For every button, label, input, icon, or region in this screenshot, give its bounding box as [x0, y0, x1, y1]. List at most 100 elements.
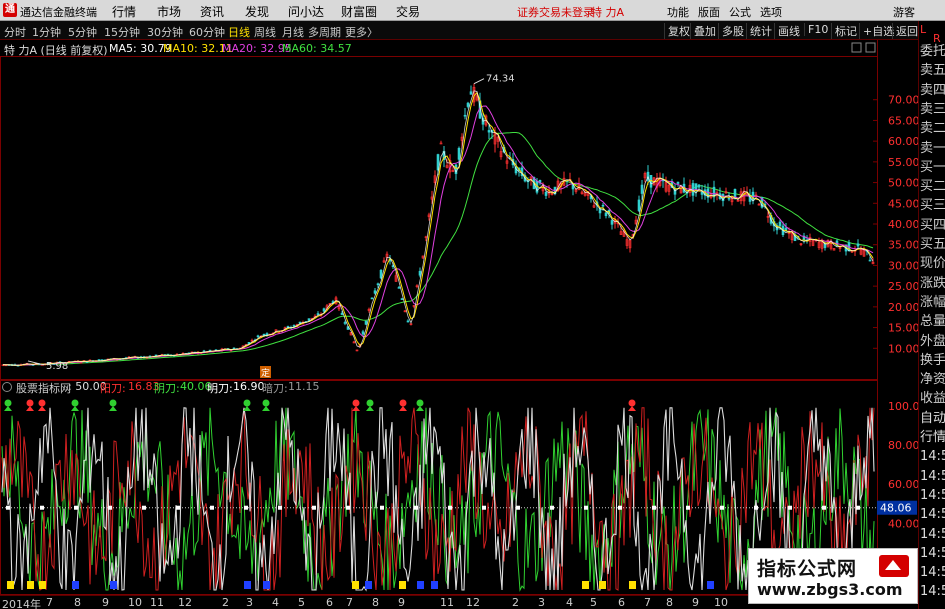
- midline-dot: [380, 505, 384, 510]
- indicator-settings-icon[interactable]: [2, 382, 12, 392]
- tool-draw[interactable]: 画线: [774, 23, 800, 39]
- period-5min[interactable]: 5分钟: [68, 24, 97, 40]
- panel-item[interactable]: 行情: [920, 429, 945, 447]
- signal-dot-icon: [26, 399, 34, 407]
- candle-body: [316, 313, 320, 315]
- panel-item[interactable]: 自动: [920, 410, 945, 428]
- ming-label: 明刀:: [207, 382, 233, 395]
- price-tick-label: 70.00: [888, 94, 918, 107]
- period-more[interactable]: 更多〉: [345, 24, 378, 40]
- candle-body: [364, 320, 368, 325]
- signal-dot-icon: [4, 399, 12, 407]
- ma-lines: 74.34 5.98 定: [2, 74, 874, 379]
- signal-block-icon: [582, 581, 589, 589]
- tool-add-watchlist[interactable]: +自选: [859, 23, 894, 39]
- tool-stats[interactable]: 统计: [746, 23, 772, 39]
- period-15min[interactable]: 15分钟: [104, 24, 140, 40]
- guest-user[interactable]: 游客: [893, 4, 915, 20]
- panel-item[interactable]: 14:5: [920, 545, 945, 563]
- signal-dot-icon: [38, 399, 46, 407]
- panel-item[interactable]: 买四: [920, 217, 945, 235]
- candle-body: [343, 322, 347, 324]
- period-multi[interactable]: 多周期: [308, 24, 341, 40]
- panel-item[interactable]: 卖五: [920, 62, 945, 80]
- indicator-name[interactable]: 股票指标网: [16, 380, 71, 396]
- signal-arrow-icon: [352, 406, 360, 411]
- an-value: 11.15: [288, 380, 320, 393]
- panel-item[interactable]: 委托: [920, 43, 945, 61]
- signal-block-icon: [39, 581, 46, 589]
- period-60min[interactable]: 60分钟: [189, 24, 225, 40]
- candle-body: [601, 204, 605, 207]
- signal-block-icon: [244, 581, 251, 589]
- signal-arrow-icon: [4, 406, 12, 411]
- midline-dot: [176, 505, 180, 510]
- period-monthly[interactable]: 月线: [282, 24, 304, 40]
- price-tick-label: 55.00: [888, 156, 918, 169]
- menu-news[interactable]: 资讯: [200, 3, 224, 20]
- panel-item[interactable]: 卖一: [920, 140, 945, 158]
- period-intraday[interactable]: 分时: [4, 24, 26, 40]
- price-tick-label: 45.00: [888, 197, 918, 210]
- tool-multi-stock[interactable]: 多股: [718, 23, 744, 39]
- panel-item[interactable]: 总量: [920, 313, 945, 331]
- menu-function[interactable]: 功能: [667, 4, 689, 20]
- panel-item[interactable]: 收益: [920, 390, 945, 408]
- panel-item[interactable]: 买五: [920, 236, 945, 254]
- panel-item[interactable]: 外盘: [920, 333, 945, 351]
- panel-item[interactable]: 14:5: [920, 448, 945, 466]
- menu-trade[interactable]: 交易: [396, 3, 420, 20]
- low-price-label: 5.98: [46, 361, 68, 372]
- panel-item[interactable]: 买二: [920, 178, 945, 196]
- menu-market[interactable]: 市场: [157, 3, 181, 20]
- menu-discover[interactable]: 发现: [245, 3, 269, 20]
- period-30min[interactable]: 30分钟: [147, 24, 183, 40]
- panel-item[interactable]: 14:5: [920, 487, 945, 505]
- panel-item[interactable]: 现价: [920, 255, 945, 273]
- ma10-path: [2, 91, 874, 366]
- period-1min[interactable]: 1分钟: [32, 24, 61, 40]
- panel-item[interactable]: 卖四: [920, 82, 945, 100]
- tool-adjust[interactable]: 复权: [664, 23, 690, 39]
- midline-dot: [312, 505, 316, 510]
- period-daily[interactable]: 日线: [228, 24, 250, 40]
- login-status[interactable]: 证券交易未登录: [517, 4, 594, 20]
- menu-layout[interactable]: 版面: [698, 4, 720, 20]
- candle-body: [292, 325, 296, 327]
- candle-body: [640, 184, 644, 194]
- panel-item[interactable]: 14:5: [920, 564, 945, 582]
- time-tick: 5: [298, 596, 305, 609]
- midline-dot: [618, 505, 622, 510]
- panel-item[interactable]: 买一: [920, 159, 945, 177]
- midline-dot: [652, 505, 656, 510]
- kline-chart[interactable]: 74.34 5.98 定 70.00 65.00 60.00 55.00 50.00 45.0…: [0, 40, 918, 595]
- panel-item[interactable]: 14:5: [920, 526, 945, 544]
- time-tick: 2014年: [2, 598, 41, 609]
- period-weekly[interactable]: 周线: [254, 24, 276, 40]
- tool-overlay[interactable]: 叠加: [690, 23, 716, 39]
- candle-body: [727, 197, 731, 200]
- signal-block-icon: [599, 581, 606, 589]
- panel-item[interactable]: 卖二: [920, 120, 945, 138]
- tool-mark[interactable]: 标记: [831, 23, 857, 39]
- panel-item[interactable]: 换手: [920, 352, 945, 370]
- panel-item[interactable]: 14:5: [920, 506, 945, 524]
- candle-body: [457, 147, 461, 160]
- panel-item[interactable]: 14:5: [920, 583, 945, 601]
- panel-item[interactable]: 涨跌: [920, 275, 945, 293]
- panel-item[interactable]: 卖三: [920, 101, 945, 119]
- menu-wealth[interactable]: 财富圈: [341, 3, 377, 20]
- panel-item[interactable]: 买三: [920, 197, 945, 215]
- midline-dot: [74, 505, 78, 510]
- menu-options[interactable]: 选项: [760, 4, 782, 20]
- panel-item[interactable]: 净资: [920, 371, 945, 389]
- menu-quotes[interactable]: 行情: [112, 3, 136, 20]
- candle-body: [307, 318, 311, 321]
- tool-back[interactable]: 返回: [892, 23, 918, 39]
- tool-f10[interactable]: F10: [804, 23, 828, 36]
- menu-formula[interactable]: 公式: [729, 4, 751, 20]
- panel-item[interactable]: 14:5: [920, 468, 945, 486]
- menu-ask[interactable]: 问小达: [288, 3, 324, 20]
- panel-item[interactable]: 涨幅: [920, 294, 945, 312]
- candle-body: [487, 130, 491, 133]
